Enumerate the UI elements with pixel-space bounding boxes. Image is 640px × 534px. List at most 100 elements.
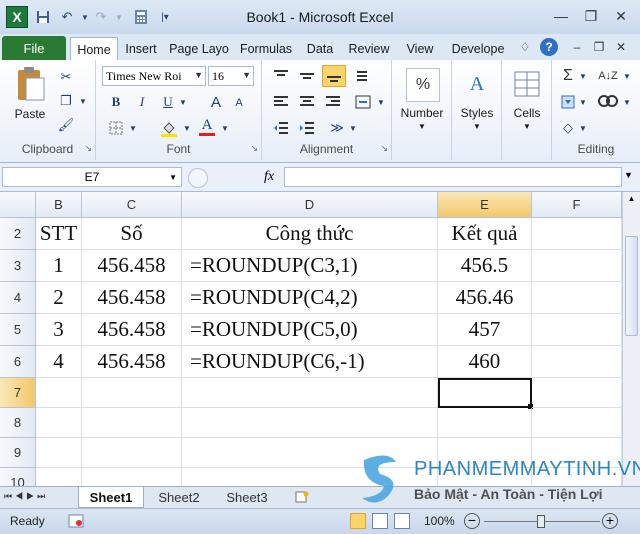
cell[interactable]: [182, 408, 438, 438]
alignment-launcher-icon[interactable]: ↘: [380, 143, 388, 154]
row-header[interactable]: 6: [0, 346, 36, 378]
column-header-b[interactable]: B: [36, 192, 82, 218]
column-header-c[interactable]: C: [82, 192, 182, 218]
cell[interactable]: 456.458: [82, 314, 182, 346]
align-middle-icon[interactable]: [296, 66, 318, 86]
insert-sheet-icon[interactable]: [290, 487, 314, 507]
autosum-dropdown-icon[interactable]: ▼: [578, 68, 588, 84]
cell[interactable]: 456.458: [82, 282, 182, 314]
tab-data[interactable]: Data: [302, 38, 338, 60]
close-icon[interactable]: ✕: [608, 6, 634, 26]
insert-function-icon[interactable]: fx: [256, 167, 282, 187]
clipboard-launcher-icon[interactable]: ↘: [84, 143, 92, 154]
cell[interactable]: [36, 438, 82, 468]
align-center-icon[interactable]: [296, 92, 318, 112]
chevron-down-icon[interactable]: ▼: [169, 173, 177, 182]
name-box[interactable]: E7 ▼: [2, 167, 182, 187]
row-header[interactable]: 9: [0, 438, 36, 468]
zoom-slider-thumb[interactable]: [537, 515, 545, 528]
sort-filter-icon[interactable]: A↓Z: [596, 66, 620, 86]
cell[interactable]: [182, 378, 438, 408]
copy-dropdown-icon[interactable]: ▼: [78, 94, 88, 108]
cell[interactable]: [82, 468, 182, 486]
sheet-tab-sheet2[interactable]: Sheet2: [148, 487, 210, 507]
cell[interactable]: 4: [36, 346, 82, 378]
font-color-button[interactable]: A: [196, 116, 218, 138]
bold-button[interactable]: B: [106, 92, 126, 112]
select-all-corner[interactable]: [0, 192, 36, 218]
tab-home[interactable]: Home: [70, 37, 118, 62]
borders-dropdown-icon[interactable]: ▼: [128, 120, 138, 136]
scroll-up-icon[interactable]: ▲: [625, 194, 638, 210]
column-header-d[interactable]: D: [182, 192, 438, 218]
macro-record-icon[interactable]: [68, 513, 84, 529]
row-header[interactable]: 7: [0, 378, 36, 408]
find-dropdown-icon[interactable]: ▼: [622, 94, 632, 110]
tab-formulas[interactable]: Formulas: [236, 38, 296, 60]
borders-icon[interactable]: [106, 118, 126, 138]
cell[interactable]: =ROUNDUP(C4,2): [182, 282, 438, 314]
merge-dropdown-icon[interactable]: ▼: [376, 94, 386, 110]
tab-file[interactable]: File: [2, 36, 66, 60]
underline-dropdown-icon[interactable]: ▼: [178, 94, 188, 110]
row-header[interactable]: 3: [0, 250, 36, 282]
clear-icon[interactable]: ◇: [558, 118, 578, 138]
number-dropdown-icon[interactable]: ▼: [392, 122, 452, 131]
cell[interactable]: Kết quả: [438, 218, 532, 250]
cell[interactable]: 1: [36, 250, 82, 282]
cell[interactable]: [532, 408, 622, 438]
font-size-dropdown[interactable]: 16 ▼: [208, 66, 254, 86]
cell[interactable]: 460: [438, 346, 532, 378]
row-header[interactable]: 8: [0, 408, 36, 438]
page-layout-view-icon[interactable]: [372, 513, 388, 529]
shrink-font-button[interactable]: A: [230, 94, 248, 112]
underline-button[interactable]: U: [158, 92, 178, 112]
row-header[interactable]: 4: [0, 282, 36, 314]
cell[interactable]: 3: [36, 314, 82, 346]
align-bottom-icon[interactable]: [322, 65, 346, 87]
cell[interactable]: =ROUNDUP(C3,1): [182, 250, 438, 282]
autosum-button[interactable]: Σ: [558, 66, 578, 86]
cell[interactable]: [532, 314, 622, 346]
clear-dropdown-icon[interactable]: ▼: [578, 120, 588, 136]
cell[interactable]: 456.46: [438, 282, 532, 314]
cell[interactable]: 456.458: [82, 250, 182, 282]
cell[interactable]: [438, 408, 532, 438]
styles-icon[interactable]: A: [462, 68, 492, 100]
cell[interactable]: [532, 218, 622, 250]
zoom-in-icon[interactable]: +: [602, 513, 618, 529]
cell[interactable]: Số: [82, 218, 182, 250]
help-icon[interactable]: ?: [540, 38, 558, 56]
cell[interactable]: [36, 378, 82, 408]
align-right-icon[interactable]: [322, 92, 344, 112]
cell[interactable]: 2: [36, 282, 82, 314]
cell[interactable]: [532, 378, 622, 408]
wb-restore-icon[interactable]: ❐: [590, 38, 608, 56]
formula-bar-resize-icon[interactable]: [188, 168, 208, 188]
column-header-f[interactable]: F: [532, 192, 622, 218]
vertical-scrollbar[interactable]: ▲: [622, 192, 640, 486]
cell[interactable]: 457: [438, 314, 532, 346]
text-rotate-icon[interactable]: ≫: [326, 118, 348, 138]
cell[interactable]: Công thức: [182, 218, 438, 250]
italic-button[interactable]: I: [132, 92, 152, 112]
cell[interactable]: [532, 282, 622, 314]
tab-page-layout[interactable]: Page Layo: [168, 38, 230, 60]
zoom-level[interactable]: 100%: [424, 514, 455, 528]
styles-dropdown-icon[interactable]: ▼: [452, 122, 502, 131]
minimize-icon[interactable]: —: [548, 6, 574, 26]
cell[interactable]: [532, 346, 622, 378]
number-group[interactable]: % Number ▼: [392, 60, 452, 160]
tab-review[interactable]: Review: [344, 38, 394, 60]
copy-icon[interactable]: ❐: [56, 92, 76, 110]
cell[interactable]: [82, 408, 182, 438]
normal-view-icon[interactable]: [350, 513, 366, 529]
paste-button[interactable]: Paste: [8, 66, 52, 121]
collapse-ribbon-icon[interactable]: ♢: [516, 38, 534, 56]
cell[interactable]: 456.5: [438, 250, 532, 282]
tab-view[interactable]: View: [400, 38, 440, 60]
rotate-dropdown-icon[interactable]: ▼: [348, 120, 358, 136]
format-painter-icon[interactable]: 🖌: [56, 116, 76, 134]
fill-icon[interactable]: [558, 92, 578, 112]
cut-icon[interactable]: ✂: [56, 68, 76, 86]
